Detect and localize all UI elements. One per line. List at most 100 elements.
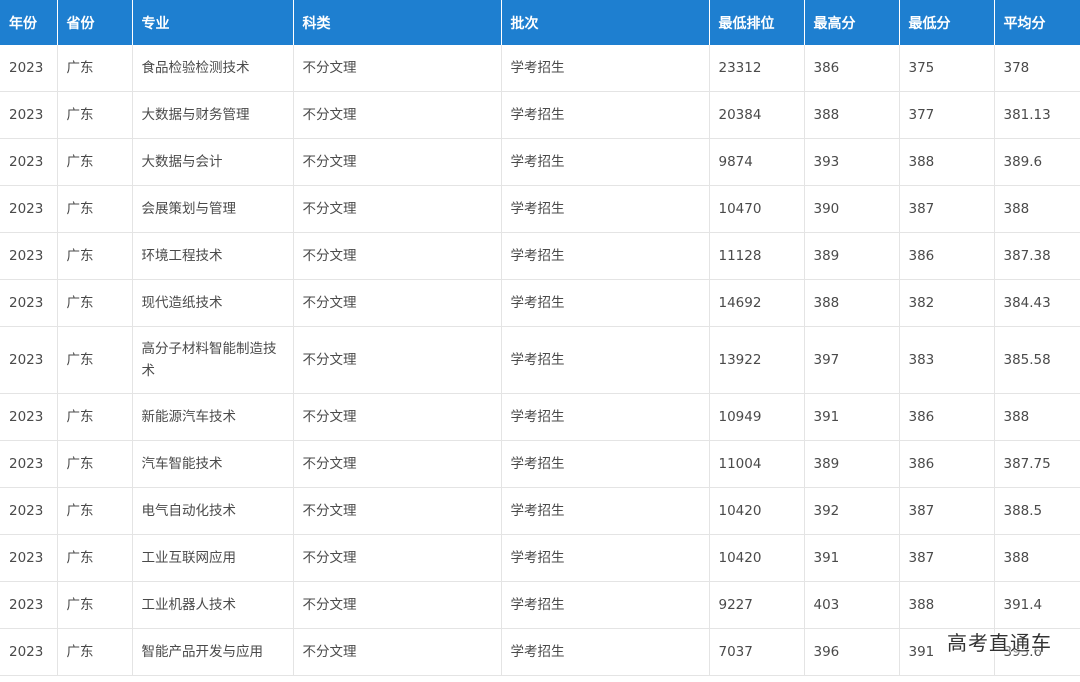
cell-max-score: 386 [804, 45, 900, 92]
cell-min-score: 387 [899, 185, 995, 233]
cell-major: 新能源汽车技术 [132, 393, 294, 441]
table-row: 2023 广东 工业互联网应用 不分文理 学考招生 10420 391 387 388 [0, 534, 1080, 582]
cell-province: 广东 [57, 581, 133, 629]
column-header-avg-score[interactable]: 平均分 [994, 0, 1080, 45]
cell-category: 不分文理 [293, 534, 502, 582]
cell-batch: 学考招生 [501, 232, 710, 280]
cell-min-rank: 13922 [709, 326, 805, 394]
cell-max-score: 397 [804, 326, 900, 394]
cell-category: 不分文理 [293, 138, 502, 186]
column-header-min-score[interactable]: 最低分 [899, 0, 995, 45]
table-row: 2023 广东 环境工程技术 不分文理 学考招生 11128 389 386 387.38 [0, 232, 1080, 280]
cell-min-rank: 7037 [709, 628, 805, 676]
cell-province: 广东 [57, 393, 133, 441]
cell-min-score: 375 [899, 45, 995, 92]
cell-batch: 学考招生 [501, 534, 710, 582]
cell-province: 广东 [57, 45, 133, 92]
cell-avg-score: 381.13 [994, 91, 1080, 139]
cell-province: 广东 [57, 185, 133, 233]
cell-year: 2023 [0, 628, 58, 676]
cell-max-score: 396 [804, 628, 900, 676]
cell-province: 广东 [57, 534, 133, 582]
cell-year: 2023 [0, 138, 58, 186]
cell-major: 大数据与财务管理 [132, 91, 294, 139]
cell-min-rank: 9227 [709, 581, 805, 629]
cell-category: 不分文理 [293, 393, 502, 441]
cell-min-score: 388 [899, 138, 995, 186]
column-header-category[interactable]: 科类 [293, 0, 502, 45]
column-header-year[interactable]: 年份 [0, 0, 58, 45]
cell-max-score: 388 [804, 279, 900, 327]
cell-min-rank: 11004 [709, 440, 805, 488]
cell-avg-score: 387.38 [994, 232, 1080, 280]
cell-batch: 学考招生 [501, 487, 710, 535]
cell-batch: 学考招生 [501, 138, 710, 186]
column-header-province[interactable]: 省份 [57, 0, 133, 45]
cell-batch: 学考招生 [501, 326, 710, 394]
table-row: 2023 广东 智能产品开发与应用 不分文理 学考招生 7037 396 391 393.6 [0, 628, 1080, 676]
cell-year: 2023 [0, 440, 58, 488]
cell-category: 不分文理 [293, 185, 502, 233]
cell-batch: 学考招生 [501, 91, 710, 139]
cell-batch: 学考招生 [501, 45, 710, 92]
table-row: 2023 广东 高分子材料智能制造技术 不分文理 学考招生 13922 397 383 385.… [0, 326, 1080, 394]
table-body: 2023 广东 食品检验检测技术 不分文理 学考招生 23312 386 375 378 2023… [0, 45, 1080, 676]
cell-year: 2023 [0, 534, 58, 582]
cell-major: 食品检验检测技术 [132, 45, 294, 92]
cell-major: 工业互联网应用 [132, 534, 294, 582]
column-header-max-score[interactable]: 最高分 [804, 0, 900, 45]
cell-max-score: 403 [804, 581, 900, 629]
cell-major: 高分子材料智能制造技术 [132, 326, 294, 394]
table-row: 2023 广东 电气自动化技术 不分文理 学考招生 10420 392 387 388.5 [0, 487, 1080, 535]
cell-major: 工业机器人技术 [132, 581, 294, 629]
table-row: 2023 广东 大数据与财务管理 不分文理 学考招生 20384 388 377 381.13 [0, 91, 1080, 139]
cell-year: 2023 [0, 279, 58, 327]
cell-major: 大数据与会计 [132, 138, 294, 186]
cell-major: 汽车智能技术 [132, 440, 294, 488]
cell-province: 广东 [57, 487, 133, 535]
cell-province: 广东 [57, 628, 133, 676]
column-header-batch[interactable]: 批次 [501, 0, 710, 45]
cell-max-score: 388 [804, 91, 900, 139]
cell-min-score: 377 [899, 91, 995, 139]
cell-max-score: 391 [804, 534, 900, 582]
cell-year: 2023 [0, 326, 58, 394]
cell-category: 不分文理 [293, 91, 502, 139]
cell-avg-score: 388 [994, 534, 1080, 582]
cell-batch: 学考招生 [501, 440, 710, 488]
cell-year: 2023 [0, 185, 58, 233]
cell-batch: 学考招生 [501, 279, 710, 327]
cell-province: 广东 [57, 440, 133, 488]
cell-min-rank: 10420 [709, 534, 805, 582]
cell-max-score: 393 [804, 138, 900, 186]
cell-min-score: 386 [899, 440, 995, 488]
cell-province: 广东 [57, 326, 133, 394]
cell-category: 不分文理 [293, 279, 502, 327]
cell-province: 广东 [57, 91, 133, 139]
cell-avg-score: 388 [994, 393, 1080, 441]
admission-scores-table: 年份 省份 专业 科类 批次 最低排位 最高分 最低分 平均分 2023 广东 食品… [0, 0, 1080, 676]
cell-max-score: 392 [804, 487, 900, 535]
cell-year: 2023 [0, 581, 58, 629]
cell-category: 不分文理 [293, 45, 502, 92]
column-header-major[interactable]: 专业 [132, 0, 294, 45]
cell-avg-score: 388.5 [994, 487, 1080, 535]
table-row: 2023 广东 汽车智能技术 不分文理 学考招生 11004 389 386 387.75 [0, 440, 1080, 488]
cell-province: 广东 [57, 232, 133, 280]
cell-category: 不分文理 [293, 487, 502, 535]
cell-max-score: 391 [804, 393, 900, 441]
cell-year: 2023 [0, 232, 58, 280]
cell-avg-score: 378 [994, 45, 1080, 92]
cell-province: 广东 [57, 138, 133, 186]
cell-min-score: 387 [899, 534, 995, 582]
table-row: 2023 广东 工业机器人技术 不分文理 学考招生 9227 403 388 391.4 [0, 581, 1080, 629]
column-header-min-rank[interactable]: 最低排位 [709, 0, 805, 45]
cell-avg-score: 384.43 [994, 279, 1080, 327]
cell-max-score: 389 [804, 232, 900, 280]
table-row: 2023 广东 会展策划与管理 不分文理 学考招生 10470 390 387 388 [0, 185, 1080, 233]
cell-category: 不分文理 [293, 326, 502, 394]
table-header-row: 年份 省份 专业 科类 批次 最低排位 最高分 最低分 平均分 [0, 0, 1080, 45]
cell-min-rank: 10949 [709, 393, 805, 441]
cell-batch: 学考招生 [501, 628, 710, 676]
cell-min-rank: 20384 [709, 91, 805, 139]
